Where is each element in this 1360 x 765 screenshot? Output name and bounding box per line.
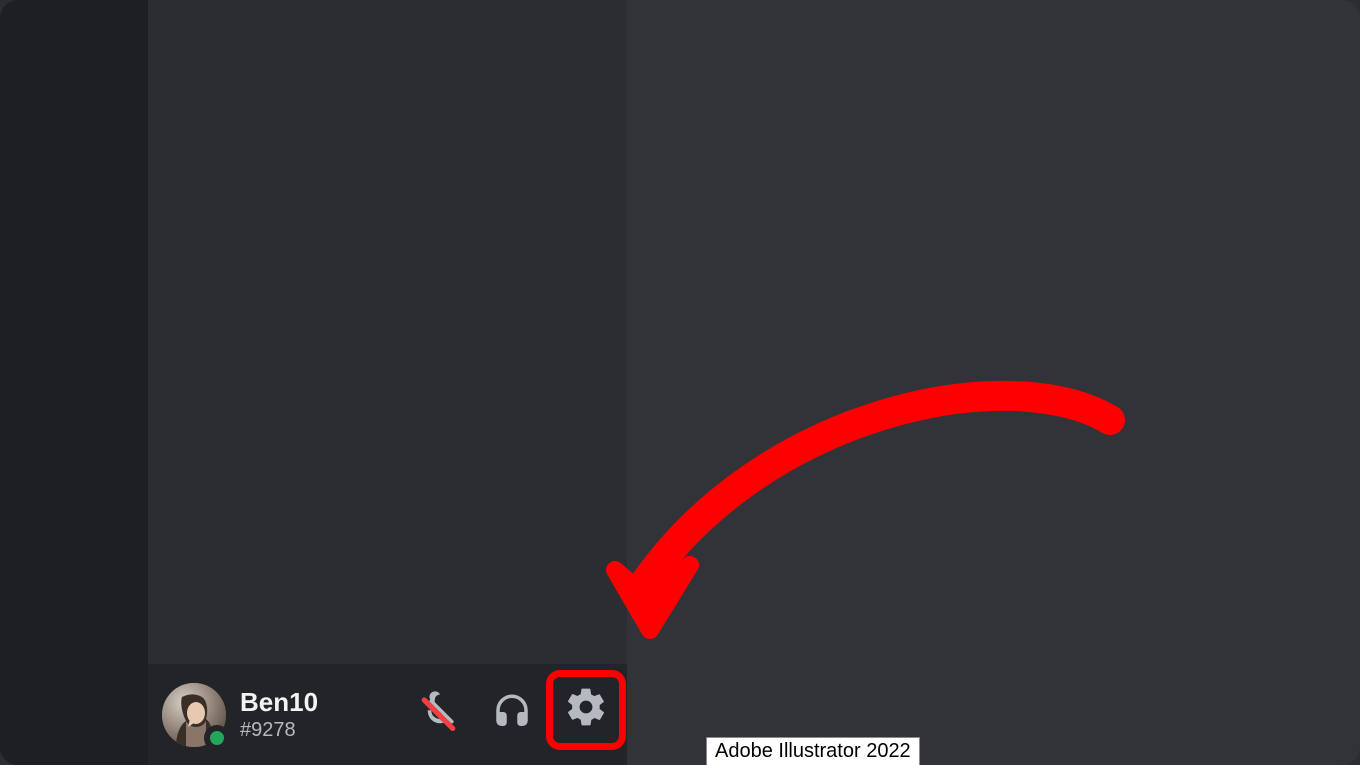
status-online-icon (204, 725, 230, 751)
server-list-gutter (0, 0, 148, 765)
user-info[interactable]: Ben10 #9278 (240, 688, 318, 741)
chat-area (627, 0, 1360, 765)
user-panel: Ben10 #9278 (148, 664, 627, 765)
tooltip-text: Adobe Illustrator 2022 (715, 740, 911, 762)
mute-mic-button[interactable] (415, 690, 465, 740)
user-settings-button[interactable] (560, 683, 612, 735)
user-discriminator: #9278 (240, 719, 318, 741)
username: Ben10 (240, 688, 318, 717)
channel-panel (148, 0, 627, 664)
tooltip: Adobe Illustrator 2022 (706, 737, 920, 765)
headphones-icon (491, 691, 533, 738)
microphone-muted-icon (419, 691, 461, 738)
deafen-button[interactable] (487, 690, 537, 740)
server-list-gutter-bottom (0, 664, 148, 765)
gear-icon (564, 685, 608, 734)
user-controls (415, 664, 537, 765)
avatar-button[interactable] (162, 683, 226, 747)
